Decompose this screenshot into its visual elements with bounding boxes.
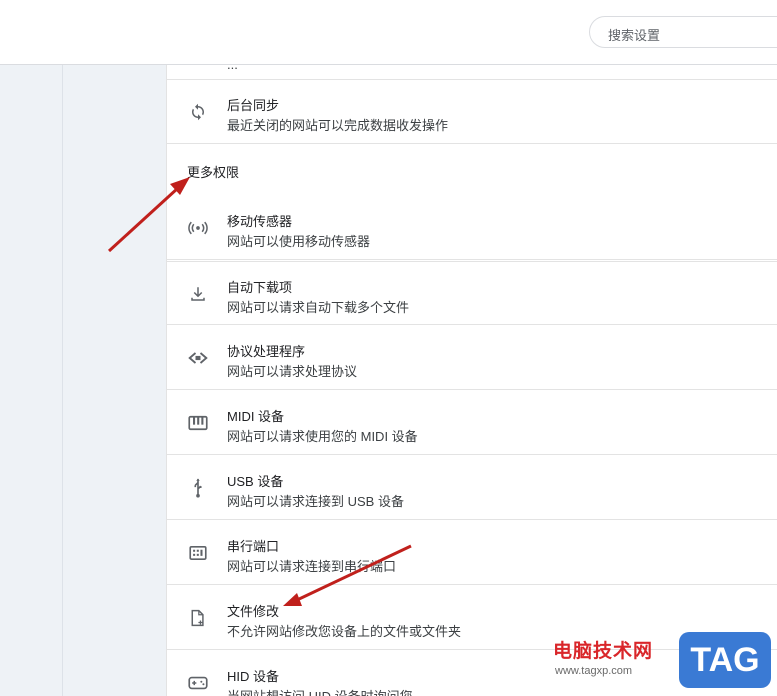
watermark-url: www.tagxp.com (555, 665, 633, 677)
annotation-arrow-more-permissions (107, 177, 190, 253)
watermark-tag-logo: TAG (679, 632, 771, 688)
watermark-text: 电脑技术网 (553, 641, 654, 662)
annotation-arrows (107, 177, 412, 606)
watermark-tag-text: TAG (690, 640, 760, 679)
annotation-arrow-file-editing (283, 544, 412, 606)
